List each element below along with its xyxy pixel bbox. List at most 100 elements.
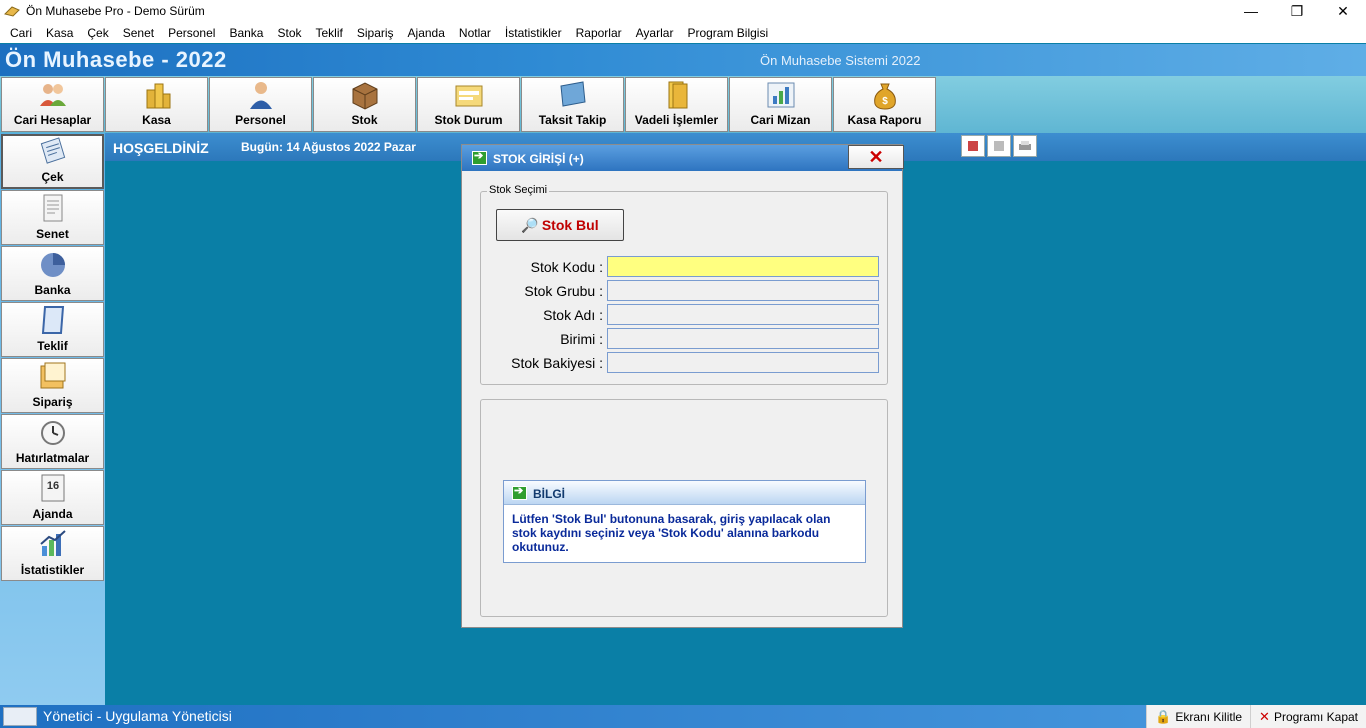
sidebar-item-ajanda[interactable]: 16 Ajanda bbox=[1, 470, 104, 525]
menu-istatistikler[interactable]: İstatistikler bbox=[498, 26, 569, 40]
lock-screen-button[interactable]: 🔒 Ekranı Kilitle bbox=[1146, 705, 1250, 728]
sidebar-item-banka[interactable]: Banka bbox=[1, 246, 104, 301]
sidebar-item-istatistikler[interactable]: İstatistikler bbox=[1, 526, 104, 581]
lock-icon: 🔒 bbox=[1155, 708, 1172, 724]
menu-personel[interactable]: Personel bbox=[161, 26, 222, 40]
stats-icon bbox=[39, 530, 66, 556]
menu-cari[interactable]: Cari bbox=[3, 26, 39, 40]
menu-ajanda[interactable]: Ajanda bbox=[401, 26, 452, 40]
menu-bar: Cari Kasa Çek Senet Personel Banka Stok … bbox=[0, 22, 1366, 43]
person-icon bbox=[249, 82, 272, 109]
toolbar-stok-button[interactable]: Stok bbox=[313, 77, 416, 132]
field-row-stok-adi: Stok Adı : bbox=[481, 304, 889, 326]
toolbar-personel-button[interactable]: Personel bbox=[209, 77, 312, 132]
menu-stok[interactable]: Stok bbox=[270, 26, 308, 40]
main-toolbar: Cari Hesaplar Kasa Personel Stok Stok Du… bbox=[0, 76, 1366, 133]
close-program-button[interactable]: ✕ Programı Kapat bbox=[1250, 705, 1366, 728]
status-bar: Yönetici - Uygulama Yöneticisi 🔒 Ekranı K… bbox=[0, 705, 1366, 728]
stok-adi-input[interactable] bbox=[607, 304, 879, 325]
menu-raporlar[interactable]: Raporlar bbox=[569, 26, 629, 40]
mini-tool-3[interactable] bbox=[1013, 135, 1037, 157]
close-window-button[interactable]: ✕ bbox=[1320, 0, 1366, 22]
menu-senet[interactable]: Senet bbox=[116, 26, 161, 40]
arrow-right-icon bbox=[512, 484, 527, 500]
menu-banka[interactable]: Banka bbox=[222, 26, 270, 40]
welcome-text: HOŞGELDİNİZ bbox=[113, 140, 209, 156]
app-name: Ön Muhasebe - 2022 bbox=[5, 47, 227, 72]
cheque-icon bbox=[40, 137, 65, 164]
bilgi-panel: BİLGİ Lütfen 'Stok Bul' butonuna basarak… bbox=[503, 480, 866, 563]
stok-bakiyesi-input[interactable] bbox=[607, 352, 879, 373]
current-user: Yönetici - Uygulama Yöneticisi bbox=[43, 708, 232, 724]
menu-program-bilgisi[interactable]: Program Bilgisi bbox=[680, 26, 775, 40]
stok-bul-button[interactable]: 🔎 Stok Bul bbox=[496, 209, 624, 241]
sidebar-item-teklif[interactable]: Teklif bbox=[1, 302, 104, 357]
files-icon bbox=[668, 81, 687, 109]
close-icon: ✕ bbox=[868, 146, 884, 167]
group-legend: Stok Seçimi bbox=[487, 184, 550, 196]
toolbar-cari-mizan-button[interactable]: Cari Mizan bbox=[729, 77, 832, 132]
menu-cek[interactable]: Çek bbox=[80, 26, 115, 40]
stok-grubu-label: Stok Grubu : bbox=[524, 283, 603, 299]
menu-kasa[interactable]: Kasa bbox=[39, 26, 80, 40]
window-title: Ön Muhasebe Pro - Demo Sürüm bbox=[26, 4, 205, 18]
dialog-title: STOK GİRİŞİ (+) bbox=[493, 152, 584, 166]
document-icon bbox=[43, 194, 62, 222]
minimize-button[interactable]: — bbox=[1228, 0, 1274, 22]
menu-ayarlar[interactable]: Ayarlar bbox=[629, 26, 681, 40]
field-row-stok-bakiyesi: Stok Bakiyesi : bbox=[481, 352, 889, 374]
toolbar-cari-hesaplar-button[interactable]: Cari Hesaplar bbox=[1, 77, 104, 132]
field-row-stok-grubu: Stok Grubu : bbox=[481, 280, 889, 302]
toolbar-kasa-button[interactable]: Kasa bbox=[105, 77, 208, 132]
stok-kodu-label: Stok Kodu : bbox=[530, 259, 603, 275]
menu-notlar[interactable]: Notlar bbox=[452, 26, 498, 40]
toolbar-kasa-raporu-button[interactable]: $ Kasa Raporu bbox=[833, 77, 936, 132]
toolbar-taksit-takip-button[interactable]: Taksit Takip bbox=[521, 77, 624, 132]
stok-girisi-dialog: STOK GİRİŞİ (+) ✕ Stok Seçimi 🔎 Stok Bul… bbox=[461, 144, 904, 628]
svg-text:16: 16 bbox=[46, 480, 58, 492]
sidebar-item-siparis[interactable]: Sipariş bbox=[1, 358, 104, 413]
dialog-close-button[interactable]: ✕ bbox=[848, 145, 904, 169]
title-bar: Ön Muhasebe Pro - Demo Sürüm — ❐ ✕ bbox=[0, 0, 1366, 22]
notebook-icon bbox=[41, 306, 64, 334]
sidebar-item-cek[interactable]: Çek bbox=[1, 134, 104, 189]
chart-icon bbox=[767, 82, 794, 108]
birimi-label: Birimi : bbox=[560, 331, 603, 347]
sidebar-item-hatirlatmalar[interactable]: Hatırlatmalar bbox=[1, 414, 104, 469]
toolbar-vadeli-islemler-button[interactable]: Vadeli İşlemler bbox=[625, 77, 728, 132]
dialog-header: STOK GİRİŞİ (+) ✕ bbox=[462, 145, 904, 171]
stok-adi-label: Stok Adı : bbox=[543, 307, 603, 323]
stok-grubu-input[interactable] bbox=[607, 280, 879, 301]
list-icon bbox=[994, 141, 1004, 151]
printer-icon bbox=[1019, 141, 1031, 150]
money-bag-icon: $ bbox=[873, 83, 896, 110]
app-icon bbox=[4, 6, 20, 17]
stok-kodu-input[interactable] bbox=[607, 256, 879, 277]
mini-tool-1[interactable] bbox=[961, 135, 985, 157]
birimi-input[interactable] bbox=[607, 328, 879, 349]
app-banner: Ön Muhasebe - 2022 Ön Muhasebe Sistemi 2… bbox=[0, 44, 1366, 76]
magnifier-icon: 🔎 bbox=[521, 216, 539, 233]
today-date: Bugün: 14 Ağustos 2022 Pazar bbox=[241, 140, 416, 154]
flag-icon bbox=[968, 141, 978, 151]
sidebar-item-senet[interactable]: Senet bbox=[1, 190, 104, 245]
field-row-birimi: Birimi : bbox=[481, 328, 889, 350]
bilgi-header: BİLGİ bbox=[504, 481, 865, 505]
users-icon bbox=[39, 84, 66, 106]
mini-tool-2[interactable] bbox=[987, 135, 1011, 157]
folder-icon bbox=[455, 85, 482, 107]
close-icon: ✕ bbox=[1259, 708, 1270, 724]
sidebar: Çek Senet Banka Teklif Sipariş Hatırlatm… bbox=[0, 133, 105, 705]
arrow-right-icon bbox=[472, 149, 487, 165]
pie-icon bbox=[40, 253, 65, 277]
maximize-button[interactable]: ❐ bbox=[1274, 0, 1320, 22]
toolbar-stok-durum-button[interactable]: Stok Durum bbox=[417, 77, 520, 132]
field-row-stok-kodu: Stok Kodu : bbox=[481, 256, 889, 278]
menu-teklif[interactable]: Teklif bbox=[309, 26, 350, 40]
box-icon bbox=[352, 82, 377, 110]
bilgi-text: Lütfen 'Stok Bul' butonuna basarak, giri… bbox=[512, 512, 831, 554]
menu-siparis[interactable]: Sipariş bbox=[350, 26, 401, 40]
monitor-icon bbox=[559, 81, 586, 107]
stok-bakiyesi-label: Stok Bakiyesi : bbox=[511, 355, 603, 371]
clock-icon bbox=[40, 421, 65, 445]
